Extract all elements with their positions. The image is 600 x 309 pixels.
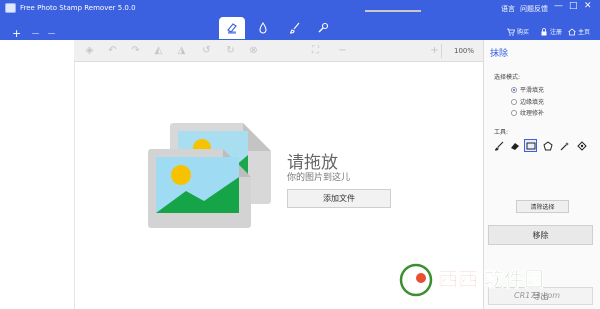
mode-label: 选择模式: xyxy=(494,74,521,81)
mode-option-edge-fill[interactable]: 边缘填充 xyxy=(511,97,581,106)
drop-subtitle: 你的图片到这儿 xyxy=(287,173,351,183)
toolbar-divider xyxy=(441,44,442,58)
polygon-select-icon xyxy=(542,140,553,150)
sharpen-icon[interactable]: ◈ xyxy=(84,45,95,56)
home-icon xyxy=(568,27,576,35)
brush-icon xyxy=(494,141,503,151)
tab-brush[interactable] xyxy=(282,17,308,39)
app-logo-icon xyxy=(5,3,16,13)
svg-text:软件园: 软件园 xyxy=(484,267,544,291)
tool-brush[interactable] xyxy=(492,139,505,152)
marker-icon xyxy=(576,140,587,151)
tools-label: 工具: xyxy=(494,129,509,136)
flip-vertical-icon[interactable]: ◮ xyxy=(176,45,187,56)
svg-text:CR173.com: CR173.com xyxy=(514,291,560,300)
svg-text:西西: 西西 xyxy=(438,267,478,291)
radio-selected-icon xyxy=(511,86,517,93)
register-link[interactable]: 注册 xyxy=(540,27,562,36)
purchase-label: 购买 xyxy=(517,29,530,36)
tool-polygon[interactable] xyxy=(541,139,554,152)
rotate-left-icon[interactable]: ↶ xyxy=(107,45,118,56)
mode-option-label: 平滑填充 xyxy=(520,87,545,94)
home-label: 主页 xyxy=(578,29,591,36)
brush-icon xyxy=(289,22,300,34)
mode-option-label: 边缘填充 xyxy=(520,99,545,106)
purchase-link[interactable]: 购买 xyxy=(507,27,529,36)
mode-option-texture-repair[interactable]: 纹理修补 xyxy=(511,108,581,117)
remove-image-button[interactable]: − xyxy=(31,28,40,39)
left-strip xyxy=(0,40,74,309)
zoom-in-button[interactable]: + xyxy=(429,45,440,56)
redo-icon[interactable]: ↻ xyxy=(225,45,236,56)
tab-stamp[interactable] xyxy=(310,17,336,39)
lock-icon xyxy=(541,27,547,35)
eraser-icon xyxy=(510,142,519,150)
radio-icon xyxy=(511,98,517,105)
site-watermark-logo: 西西 软件园 CR173.com xyxy=(398,262,560,300)
register-label: 注册 xyxy=(550,29,563,36)
cart-icon xyxy=(507,28,515,36)
undo-icon[interactable]: ↺ xyxy=(201,45,212,56)
clear-selection-button[interactable]: 清除选择 xyxy=(516,200,569,213)
reset-icon[interactable]: ⊗ xyxy=(248,45,259,56)
magic-wand-icon xyxy=(560,141,569,150)
rectangle-select-icon xyxy=(526,142,535,149)
language-menu[interactable]: 语言 xyxy=(501,4,515,14)
home-link[interactable]: 主页 xyxy=(568,27,590,36)
maximize-button[interactable]: □ xyxy=(569,2,578,11)
zoom-slider-thumb[interactable] xyxy=(359,5,365,17)
radio-icon xyxy=(511,109,517,116)
tab-erase[interactable] xyxy=(219,17,245,39)
mode-option-label: 纹理修补 xyxy=(520,110,545,117)
zoom-out-button[interactable]: − xyxy=(337,45,348,56)
add-image-button[interactable]: + xyxy=(12,28,21,39)
remove-button[interactable]: 移除 xyxy=(488,225,593,245)
feedback-link[interactable]: 问题反馈 xyxy=(520,4,548,14)
image-placeholder-icon xyxy=(148,123,271,228)
tool-magic-wand[interactable] xyxy=(558,139,571,152)
rotate-right-icon[interactable]: ↷ xyxy=(130,45,141,56)
zoom-level: 100% xyxy=(454,47,475,55)
mode-option-smooth-fill[interactable]: 平滑填充 xyxy=(511,85,581,94)
edit-toolbar: ◈ ↶ ↷ ◭ ◮ ↺ ↻ ⊗ ⛶ − + 100% xyxy=(74,40,483,62)
title-bar: Free Photo Stamp Remover 5.0.0 + − − 语言 … xyxy=(0,0,600,40)
fit-screen-icon[interactable]: ⛶ xyxy=(310,45,321,56)
minimize-button[interactable]: — xyxy=(554,2,563,11)
close-button[interactable]: ✕ xyxy=(584,2,592,11)
eraser-icon xyxy=(227,23,237,34)
clear-images-button[interactable]: − xyxy=(47,28,56,39)
flip-horizontal-icon[interactable]: ◭ xyxy=(153,45,164,56)
add-file-button[interactable]: 添加文件 xyxy=(287,189,391,208)
tool-eraser[interactable] xyxy=(508,139,521,152)
tab-fill[interactable] xyxy=(250,17,276,39)
tool-rectangle[interactable] xyxy=(524,139,537,152)
panel-title: 抹除 xyxy=(490,49,509,59)
app-title: Free Photo Stamp Remover 5.0.0 xyxy=(20,4,136,12)
stamp-icon xyxy=(318,22,329,33)
droplet-icon xyxy=(259,22,267,34)
tool-marker[interactable] xyxy=(575,139,588,152)
